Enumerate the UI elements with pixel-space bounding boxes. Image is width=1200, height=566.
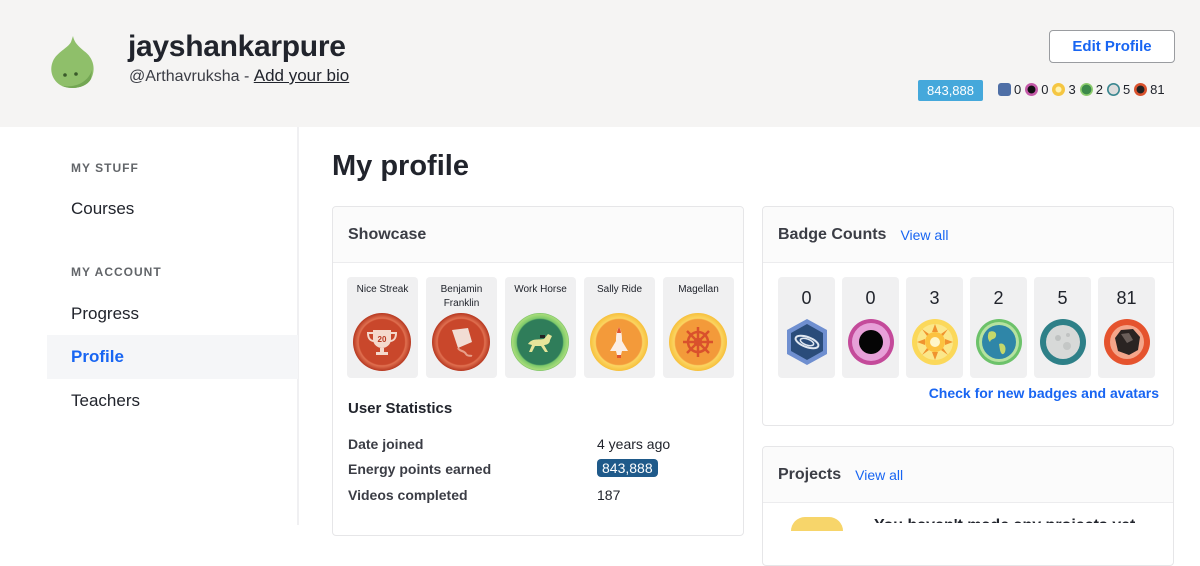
badge-count: 3 [929,288,940,308]
badge-count: 3 [1068,82,1076,97]
sidebar-item-profile[interactable]: Profile [47,335,298,379]
badge-count-item[interactable]: 0 [778,277,835,378]
sidebar-item-courses[interactable]: Courses [47,187,298,231]
showcase-badge[interactable]: Work Horse [505,277,576,378]
badge-summary-item[interactable]: 5 [1106,82,1131,97]
check-new-badges-link[interactable]: Check for new badges and avatars [929,385,1159,401]
badge-summary-item[interactable]: 2 [1079,82,1103,97]
badge-summary-item[interactable]: 81 [1134,82,1165,97]
earth-badge-icon [1079,83,1093,96]
badge-summary[interactable]: 0 0 3 2 5 81 [998,82,1169,97]
badge-count-item[interactable]: 2 [970,277,1027,378]
badge-summary-item[interactable]: 3 [1052,82,1076,97]
badge-count: 2 [993,288,1004,308]
page-title: My profile [332,150,469,182]
ship-wheel-icon [669,313,727,371]
separator: - [239,68,254,85]
projects-header: Projects View all [763,447,1173,503]
section-label-my-stuff: MY STUFF [71,161,139,175]
badge-count: 0 [801,288,812,308]
showcase-badge[interactable]: Magellan [663,277,734,378]
user-handle: @Arthavruksha [129,68,240,85]
badge-count: 5 [1122,82,1131,97]
showcase-title: Showcase [348,225,427,243]
sidebar-item-progress[interactable]: Progress [47,292,298,336]
badge-name: Sally Ride [596,284,643,295]
avatar[interactable] [48,34,98,90]
badge-count-item[interactable]: 0 [842,277,899,378]
badge-count: 0 [865,288,876,308]
badge-count: 5 [1057,288,1068,308]
projects-empty-text: You haven't made any projects yet [874,517,1135,523]
stat-value-videos-completed: 187 [597,487,621,503]
trophy-20-icon: 20 [353,313,411,371]
moon-badge-icon [1040,319,1086,365]
badge-counts-header: Badge Counts View all [763,207,1173,263]
user-statistics-title: User Statistics [348,400,453,417]
svg-text:20: 20 [378,335,387,344]
badge-count-item[interactable]: 3 [906,277,963,378]
badge-name: Benjamin Franklin [440,284,483,309]
sidebar-item-teachers[interactable]: Teachers [47,379,298,423]
badge-summary-item[interactable]: 0 [1025,82,1048,97]
badge-counts-view-all-link[interactable]: View all [900,227,948,243]
stat-label-date-joined: Date joined [348,436,424,452]
badge-count: 81 [1150,82,1165,97]
badge-count-item[interactable]: 81 [1098,277,1155,378]
moon-badge-icon [1106,83,1120,96]
stat-value-date-joined: 4 years ago [597,436,671,452]
showcase-badge[interactable]: Nice Streak 20 [347,277,418,378]
profile-subline: @Arthavruksha - Add your bio [129,66,349,86]
projects-title: Projects [778,465,842,483]
add-bio-link[interactable]: Add your bio [254,66,349,85]
projects-empty-illustration [791,517,843,531]
showcase-badge[interactable]: Benjamin Franklin [426,277,497,378]
badge-name: Nice Streak [356,284,409,295]
showcase-badges: Nice Streak 20 Benjamin Franklin Work Ho… [347,277,734,378]
meteorite-badge-icon [1104,319,1150,365]
badge-summary-item[interactable]: 0 [998,82,1021,97]
horse-icon [511,313,569,371]
badge-count: 0 [1041,82,1049,97]
stat-label-videos-completed: Videos completed [348,487,468,503]
profile-header: jayshankarpure @Arthavruksha - Add your … [0,0,1200,127]
edit-profile-button[interactable]: Edit Profile [1049,30,1175,63]
badge-count: 81 [1116,288,1137,308]
black-hole-badge-icon [1025,83,1039,96]
projects-card: Projects View all You haven't made any p… [762,446,1174,566]
sun-badge-icon [912,319,958,365]
galaxy-hexagon-badge-icon [787,319,827,365]
badge-count: 0 [1014,82,1022,97]
showcase-badge[interactable]: Sally Ride [584,277,655,378]
energy-points-badge: 843,888 [918,80,983,101]
badge-counts-list: 0 0 3 2 5 81 [778,277,1155,378]
badge-count-item[interactable]: 5 [1034,277,1091,378]
badge-counts-title: Badge Counts [778,225,887,243]
space-shuttle-icon [590,313,648,371]
meteorite-badge-icon [998,83,1011,96]
showcase-header: Showcase [333,207,743,263]
kite-icon [432,313,490,371]
showcase-card: Showcase Nice Streak 20 Benjamin Frankli… [332,206,744,536]
badge-name: Magellan [678,284,719,295]
badge-count: 2 [1095,82,1103,97]
badge-counts-card: Badge Counts View all 0 0 3 2 5 81 Check… [762,206,1174,426]
stat-value-energy-points: 843,888 [597,459,658,477]
section-label-my-account: MY ACCOUNT [71,265,162,279]
projects-view-all-link[interactable]: View all [855,467,903,483]
username: jayshankarpure [128,30,346,63]
black-hole-badge-icon [848,319,894,365]
earth-badge-icon [976,319,1022,365]
stat-label-energy-points: Energy points earned [348,461,492,477]
meteorite-rock-badge-icon [1134,83,1148,96]
badge-name: Work Horse [514,284,567,295]
sidebar: MY STUFF Courses MY ACCOUNT Progress Pro… [0,127,299,525]
sun-badge-icon [1052,83,1066,96]
